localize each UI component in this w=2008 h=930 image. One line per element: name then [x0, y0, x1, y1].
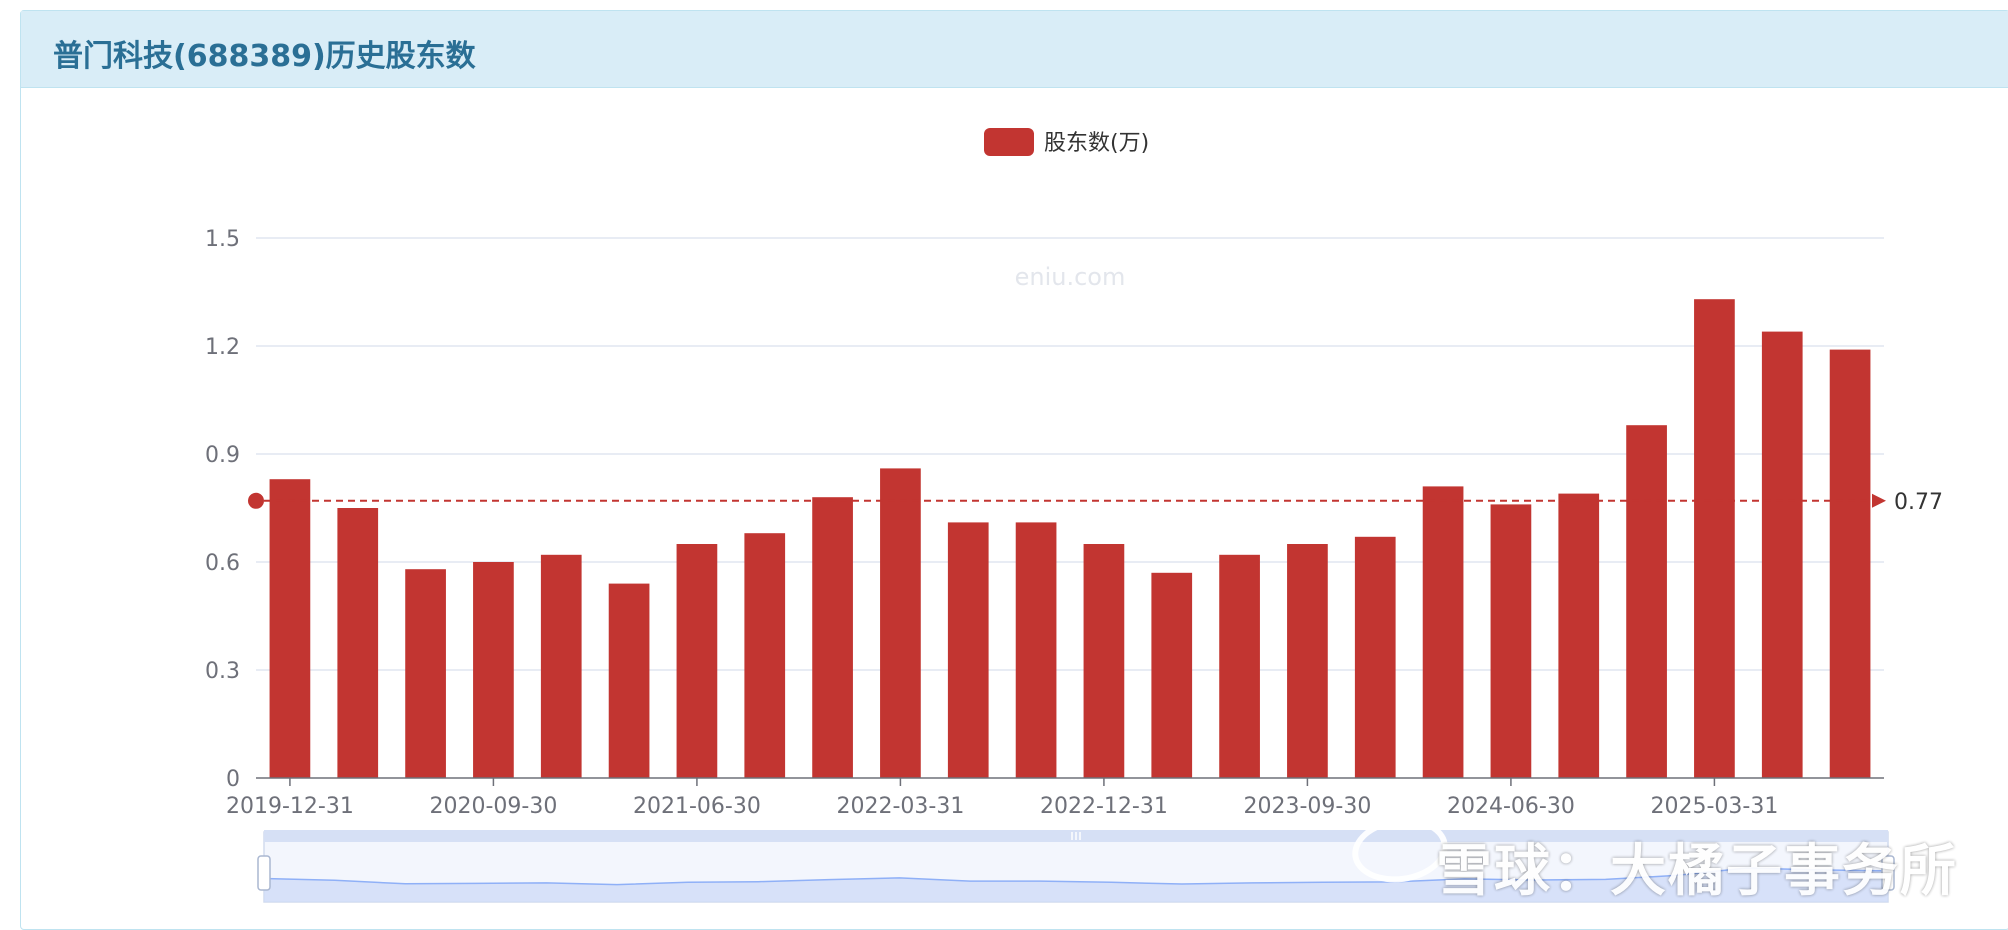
- mark-line-arrow-icon: [1872, 493, 1886, 508]
- mark-line-start-dot: [248, 492, 264, 509]
- bar[interactable]: [947, 522, 989, 778]
- x-tick-label: 2019-12-31: [226, 794, 354, 819]
- legend-swatch[interactable]: [984, 128, 1034, 156]
- x-tick-label: 2025-03-31: [1650, 794, 1778, 819]
- bar[interactable]: [473, 562, 514, 778]
- bar[interactable]: [880, 468, 921, 778]
- bar[interactable]: [1287, 544, 1328, 778]
- bar[interactable]: [608, 583, 650, 778]
- y-tick-label: 1.2: [205, 335, 240, 360]
- bar[interactable]: [1219, 554, 1260, 778]
- bar[interactable]: [1490, 504, 1532, 778]
- legend-label[interactable]: 股东数(万): [1044, 131, 1149, 156]
- xueqiu-watermark: 雪球：大橘子事务所: [1436, 839, 1958, 904]
- bar[interactable]: [1761, 331, 1803, 778]
- mark-line-label: 0.77: [1894, 490, 1943, 515]
- bar[interactable]: [405, 569, 446, 778]
- bar[interactable]: [269, 479, 311, 778]
- x-tick-label: 2023-09-30: [1243, 794, 1371, 819]
- bar[interactable]: [812, 497, 853, 778]
- y-tick-label: 1.5: [205, 227, 240, 252]
- x-tick-label: 2020-09-30: [429, 794, 557, 819]
- x-tick-label: 2022-12-31: [1040, 794, 1168, 819]
- shareholder-chart: eniu.com 0 0.3 0.6 0.9 1.2 1.5 2019-12-31 2020-0…: [205, 128, 1943, 903]
- bar[interactable]: [1829, 349, 1871, 778]
- data-zoom-left-handle[interactable]: [257, 855, 271, 891]
- y-tick-label: 0.6: [205, 551, 240, 576]
- bar[interactable]: [1694, 299, 1735, 778]
- y-tick-label: 0.9: [205, 443, 240, 468]
- bar[interactable]: [1626, 425, 1667, 778]
- site-watermark: eniu.com: [1015, 263, 1126, 291]
- bar[interactable]: [1015, 522, 1057, 778]
- y-tick-label: 0: [226, 767, 240, 792]
- bar[interactable]: [1558, 493, 1600, 778]
- y-tick-label: 0.3: [205, 659, 240, 684]
- bar[interactable]: [1151, 572, 1193, 778]
- x-tick-label: 2022-03-31: [836, 794, 964, 819]
- bar[interactable]: [1354, 536, 1396, 778]
- bar[interactable]: [1422, 486, 1464, 778]
- bar[interactable]: [676, 544, 718, 778]
- bar[interactable]: [1083, 544, 1125, 778]
- x-tick-label: 2021-06-30: [633, 794, 761, 819]
- bar[interactable]: [744, 533, 786, 778]
- bar[interactable]: [337, 508, 379, 778]
- x-tick-label: 2024-06-30: [1447, 794, 1575, 819]
- bar[interactable]: [540, 554, 582, 778]
